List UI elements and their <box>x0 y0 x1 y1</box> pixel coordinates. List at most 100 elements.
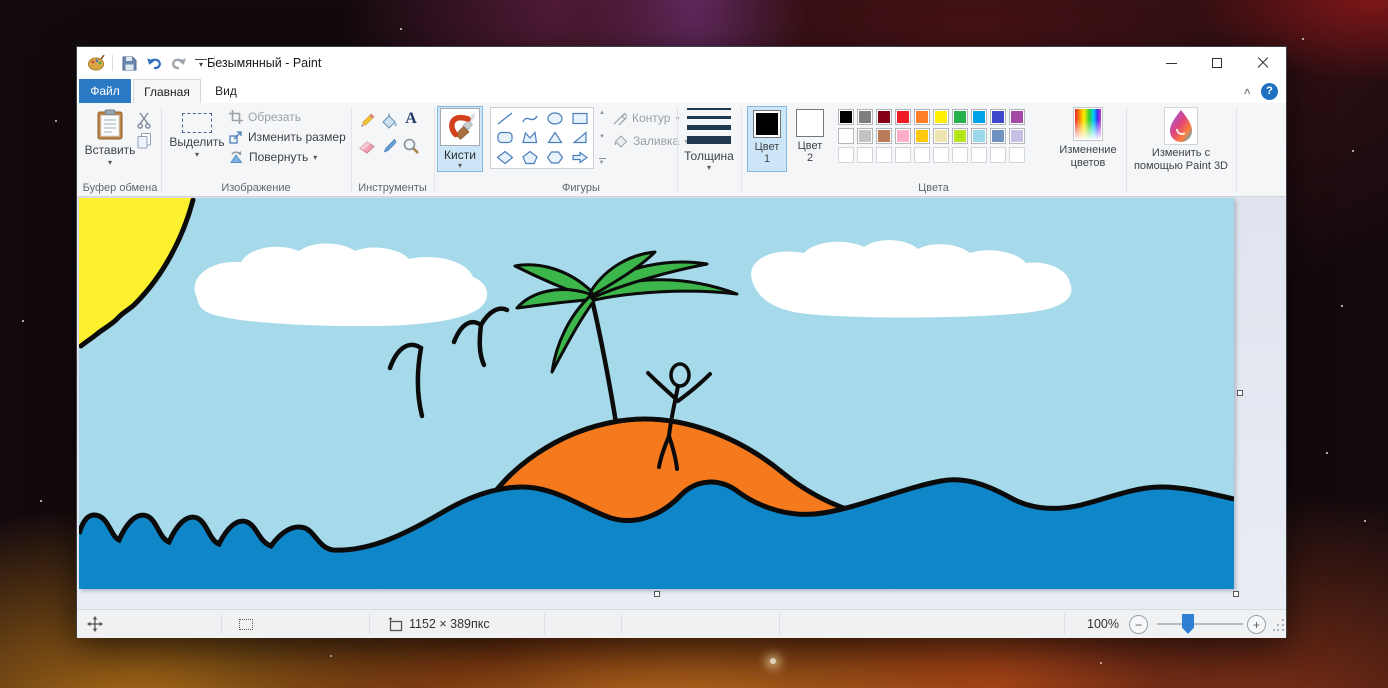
palette-swatch[interactable] <box>952 109 968 125</box>
palette-swatch[interactable] <box>857 109 873 125</box>
palette-swatch-empty[interactable] <box>952 147 968 163</box>
palette-swatch-empty[interactable] <box>895 147 911 163</box>
edit-with-paint3d-button[interactable]: Изменить с помощью Paint 3D <box>1129 107 1233 173</box>
resize-button[interactable]: Изменить размер <box>229 130 346 144</box>
text-tool[interactable]: A <box>401 109 421 129</box>
palette-swatch-empty[interactable] <box>1009 147 1025 163</box>
canvas-resize-handle-right[interactable] <box>1237 390 1243 396</box>
shapes-scroll-down-button[interactable]: ▼ <box>599 134 605 140</box>
palette-swatch[interactable] <box>971 128 987 144</box>
shape-diamond[interactable] <box>492 148 517 167</box>
paint-logo-icon <box>87 53 105 73</box>
shape-rectangle[interactable] <box>567 109 592 128</box>
shape-right-triangle[interactable] <box>567 128 592 147</box>
tab-file[interactable]: Файл <box>79 79 131 103</box>
color2-button[interactable]: Цвет 2 <box>790 106 830 172</box>
shape-pentagon[interactable] <box>517 148 542 167</box>
palette-swatch[interactable] <box>933 128 949 144</box>
zoom-slider-thumb[interactable] <box>1182 614 1194 634</box>
tab-home[interactable]: Главная <box>133 79 201 103</box>
canvas-size-icon <box>387 617 403 635</box>
palette-swatch-empty[interactable] <box>876 147 892 163</box>
canvas-resize-handle-bottom[interactable] <box>654 591 660 597</box>
select-button[interactable]: Выделить ▾ <box>169 104 225 159</box>
size-button[interactable]: Толщина ▾ <box>677 103 741 172</box>
cut-button[interactable] <box>134 110 154 130</box>
palette-swatch[interactable] <box>857 128 873 144</box>
statusbar-separator <box>369 614 370 634</box>
eraser-icon <box>359 141 375 154</box>
palette-swatch[interactable] <box>952 128 968 144</box>
resize-label: Изменить размер <box>248 130 346 144</box>
shape-curve[interactable] <box>517 109 542 128</box>
pencil-tool[interactable] <box>357 111 377 131</box>
qat-separator <box>112 55 113 71</box>
palette-swatch[interactable] <box>876 109 892 125</box>
shapes-show-all-button[interactable]: ▼ <box>599 158 606 166</box>
brushes-dropdown[interactable]: ▾ <box>458 162 462 170</box>
drawing-canvas[interactable] <box>79 198 1234 589</box>
redo-button[interactable] <box>170 53 188 73</box>
zoom-slider-track[interactable] <box>1157 623 1243 625</box>
save-button[interactable] <box>120 53 138 73</box>
select-dropdown[interactable]: ▾ <box>195 151 199 159</box>
palette-swatch-empty[interactable] <box>857 147 873 163</box>
image-group-label: Изображение <box>221 182 291 194</box>
shape-line[interactable] <box>492 109 517 128</box>
palette-swatch[interactable] <box>838 128 854 144</box>
paste-button[interactable]: Вставить ▾ <box>85 104 135 167</box>
color1-button[interactable]: Цвет 1 <box>747 106 787 172</box>
zoom-out-button[interactable]: − <box>1129 615 1148 634</box>
palette-swatch[interactable] <box>914 128 930 144</box>
shape-arrow-right[interactable] <box>567 148 592 167</box>
brushes-button[interactable]: Кисти ▾ <box>437 106 483 172</box>
collapse-ribbon-button[interactable]: ∧ <box>1243 86 1252 97</box>
palette-swatch[interactable] <box>876 128 892 144</box>
shape-polygon[interactable] <box>517 128 542 147</box>
window-resize-grip[interactable] <box>1273 619 1285 631</box>
qat-customize-button[interactable]: ▾ <box>195 59 207 68</box>
paste-dropdown[interactable]: ▾ <box>108 159 112 167</box>
shape-rounded-rectangle[interactable] <box>492 128 517 147</box>
palette-swatch[interactable] <box>990 109 1006 125</box>
palette-swatch[interactable] <box>1009 128 1025 144</box>
rotate-dropdown[interactable]: ▾ <box>313 153 317 161</box>
shape-ellipse[interactable] <box>542 109 567 128</box>
palette-swatch[interactable] <box>933 109 949 125</box>
help-button[interactable]: ? <box>1261 82 1278 100</box>
palette-swatch[interactable] <box>914 109 930 125</box>
crop-button[interactable]: Обрезать <box>229 110 301 124</box>
fill-bucket-icon <box>382 113 397 129</box>
color-picker-tool[interactable] <box>379 136 399 156</box>
palette-swatch[interactable] <box>971 109 987 125</box>
palette-swatch[interactable] <box>1009 109 1025 125</box>
zoom-in-button[interactable]: + <box>1247 615 1266 634</box>
canvas-resize-handle-corner[interactable] <box>1233 591 1239 597</box>
magnifier-tool[interactable] <box>401 136 421 156</box>
shape-outline-button[interactable]: Контур ▾ <box>613 111 679 125</box>
palette-swatch-empty[interactable] <box>838 147 854 163</box>
palette-swatch-empty[interactable] <box>990 147 1006 163</box>
rotate-button[interactable]: Повернуть ▾ <box>229 150 317 164</box>
palette-swatch[interactable] <box>895 128 911 144</box>
close-button[interactable] <box>1240 47 1286 79</box>
palette-swatch[interactable] <box>895 109 911 125</box>
copy-button[interactable] <box>134 130 154 150</box>
palette-swatch-empty[interactable] <box>914 147 930 163</box>
size-dropdown[interactable]: ▾ <box>707 164 711 172</box>
palette-swatch[interactable] <box>838 109 854 125</box>
shapes-scroll-up-button[interactable]: ▲ <box>599 110 605 116</box>
shape-hexagon[interactable] <box>542 148 567 167</box>
fill-tool[interactable] <box>379 111 399 131</box>
palette-swatch[interactable] <box>990 128 1006 144</box>
tab-view[interactable]: Вид <box>203 79 249 103</box>
title-bar[interactable]: ▾ Безымянный - Paint <box>77 47 1286 79</box>
palette-swatch-empty[interactable] <box>971 147 987 163</box>
undo-button[interactable] <box>145 53 163 73</box>
shape-triangle[interactable] <box>542 128 567 147</box>
palette-swatch-empty[interactable] <box>933 147 949 163</box>
eraser-tool[interactable] <box>357 136 377 156</box>
edit-colors-button[interactable]: Изменение цветов <box>1053 107 1123 170</box>
maximize-button[interactable] <box>1194 47 1240 79</box>
minimize-button[interactable] <box>1148 47 1194 79</box>
